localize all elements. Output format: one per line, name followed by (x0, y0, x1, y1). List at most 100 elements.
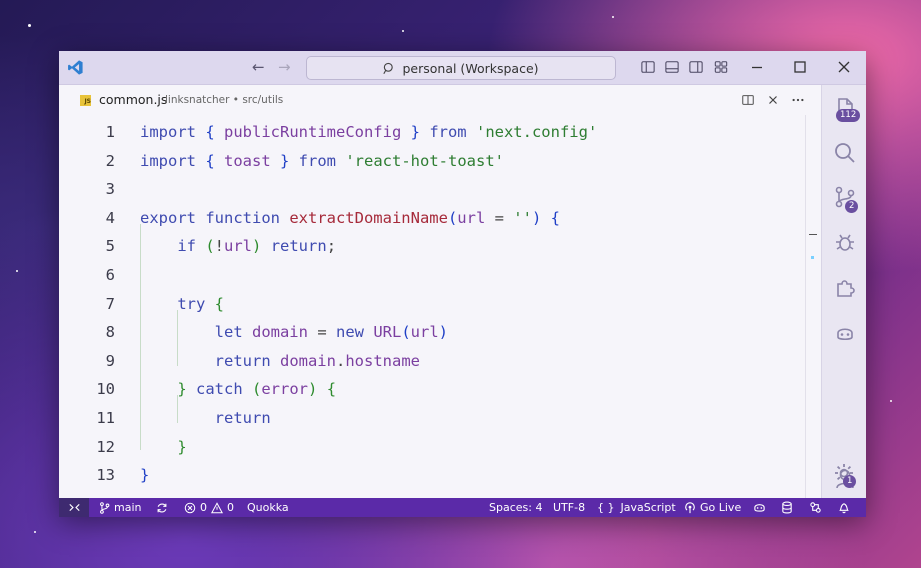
code-text: import { publicRuntimeConfig } from 'nex… (140, 118, 597, 146)
go-live-label: Go Live (700, 501, 742, 514)
code-line[interactable]: 9 return domain.hostname (59, 347, 799, 375)
code-token: url (224, 237, 253, 256)
line-number: 8 (105, 323, 115, 342)
code-token: URL (373, 323, 402, 342)
problems-status[interactable]: 0 0 (184, 498, 234, 517)
toggle-primary-sidebar-icon[interactable] (641, 60, 655, 74)
editor-scrollbar[interactable] (805, 115, 806, 498)
split-editor-icon[interactable] (741, 93, 755, 107)
code-token: . (335, 351, 346, 370)
code-line[interactable]: 7 try { (59, 290, 799, 318)
copilot-status-icon[interactable] (753, 501, 766, 514)
line-number: 6 (105, 266, 115, 284)
code-line[interactable]: 1 import { publicRuntimeConfig } from 'ne… (59, 118, 799, 146)
code-token: try (177, 294, 215, 313)
code-text: export function extractDomainName(url = … (140, 204, 560, 232)
code-line[interactable]: 6 (59, 261, 799, 289)
code-line[interactable]: 5 if (!url) return; (59, 232, 799, 260)
code-token: ) (531, 208, 542, 227)
code-line[interactable]: 4 export function extractDomainName(url =… (59, 204, 799, 232)
code-token: new (335, 323, 374, 342)
language-mode-status[interactable]: { } JavaScript (597, 498, 676, 517)
vscode-window: ← → personal (Workspace) JS common.js li… (59, 51, 866, 517)
status-bar: main 0 0 Quokka Spaces: 4 UTF-8 { } Java… (59, 498, 866, 517)
accounts-status-icon[interactable] (809, 501, 822, 514)
toggle-panel-icon[interactable] (665, 60, 679, 74)
code-token: hostname (345, 351, 420, 370)
tab-filename[interactable]: common.js (99, 92, 167, 107)
branch-status[interactable]: main (99, 498, 141, 517)
code-line[interactable]: 2 import { toast } from 'react-hot-toast' (59, 147, 799, 175)
encoding-status[interactable]: UTF-8 (553, 498, 585, 517)
remote-indicator[interactable] (59, 498, 89, 517)
error-icon (184, 502, 196, 513)
forward-arrow-icon[interactable]: → (278, 59, 291, 76)
line-number: 10 (96, 380, 115, 399)
code-text: return (140, 404, 271, 432)
code-text: } (140, 433, 187, 461)
quokka-status[interactable]: Quokka (247, 498, 289, 517)
line-number: 12 (96, 437, 115, 456)
code-token: } (177, 437, 187, 456)
code-token: url (410, 323, 439, 342)
code-token: } (177, 380, 187, 399)
code-line[interactable]: 13} (59, 461, 799, 489)
code-token: { (205, 151, 224, 170)
code-line[interactable]: 12 } (59, 433, 799, 461)
customize-layout-icon[interactable] (714, 60, 728, 74)
close-icon[interactable] (836, 59, 852, 75)
line-number: 7 (105, 294, 115, 313)
code-token: publicRuntimeConfig (224, 123, 402, 141)
copilot-icon[interactable] (833, 322, 857, 346)
branch-name: main (114, 501, 142, 514)
code-line[interactable]: 10 } catch (error) { (59, 375, 799, 403)
code-token: import (140, 123, 206, 141)
command-center-search[interactable]: personal (Workspace) (306, 56, 616, 80)
sync-status[interactable] (156, 498, 172, 517)
code-token: import (140, 151, 206, 170)
star (890, 400, 892, 402)
maximize-icon[interactable] (792, 59, 808, 75)
run-debug-icon[interactable] (833, 230, 857, 254)
code-line[interactable]: 3 (59, 175, 799, 203)
extensions-icon[interactable] (833, 275, 857, 299)
code-token: ( (205, 237, 215, 256)
code-text: import { toast } from 'react-hot-toast' (140, 147, 504, 175)
close-tab-icon[interactable] (766, 93, 780, 107)
database-icon[interactable] (781, 501, 793, 514)
code-token: from (289, 151, 346, 170)
code-line[interactable]: 11 return (59, 404, 799, 432)
code-token: domain (279, 351, 336, 370)
git-branch-icon (100, 501, 110, 514)
toggle-secondary-sidebar-icon[interactable] (689, 60, 703, 74)
broadcast-icon (685, 501, 695, 513)
code-token: ( (252, 380, 262, 399)
indentation-status[interactable]: Spaces: 4 (489, 498, 542, 517)
code-editor[interactable]: 1 import { publicRuntimeConfig } from 'ne… (59, 115, 821, 498)
star (28, 24, 31, 27)
title-bar: ← → personal (Workspace) (59, 51, 866, 85)
vscode-logo-icon[interactable] (67, 59, 84, 76)
go-live-status[interactable]: Go Live (684, 498, 741, 517)
warning-icon (211, 501, 223, 513)
code-token: if (177, 237, 206, 256)
code-token: } (401, 123, 420, 141)
code-token: domain (251, 323, 308, 342)
minimize-icon[interactable] (749, 59, 765, 75)
back-arrow-icon[interactable]: ← (252, 59, 265, 76)
code-token: 'react-hot-toast' (345, 151, 504, 170)
star (612, 16, 614, 18)
code-token: catch (186, 380, 252, 399)
minimap-marker (809, 234, 817, 235)
code-text: if (!url) return; (140, 232, 336, 260)
code-token: '' (513, 208, 532, 227)
notifications-bell-icon[interactable] (838, 501, 850, 514)
code-line[interactable]: 8 let domain = new URL(url) (59, 318, 799, 346)
search-icon (383, 62, 394, 74)
search-icon[interactable] (833, 141, 857, 165)
more-actions-icon[interactable] (791, 93, 805, 107)
